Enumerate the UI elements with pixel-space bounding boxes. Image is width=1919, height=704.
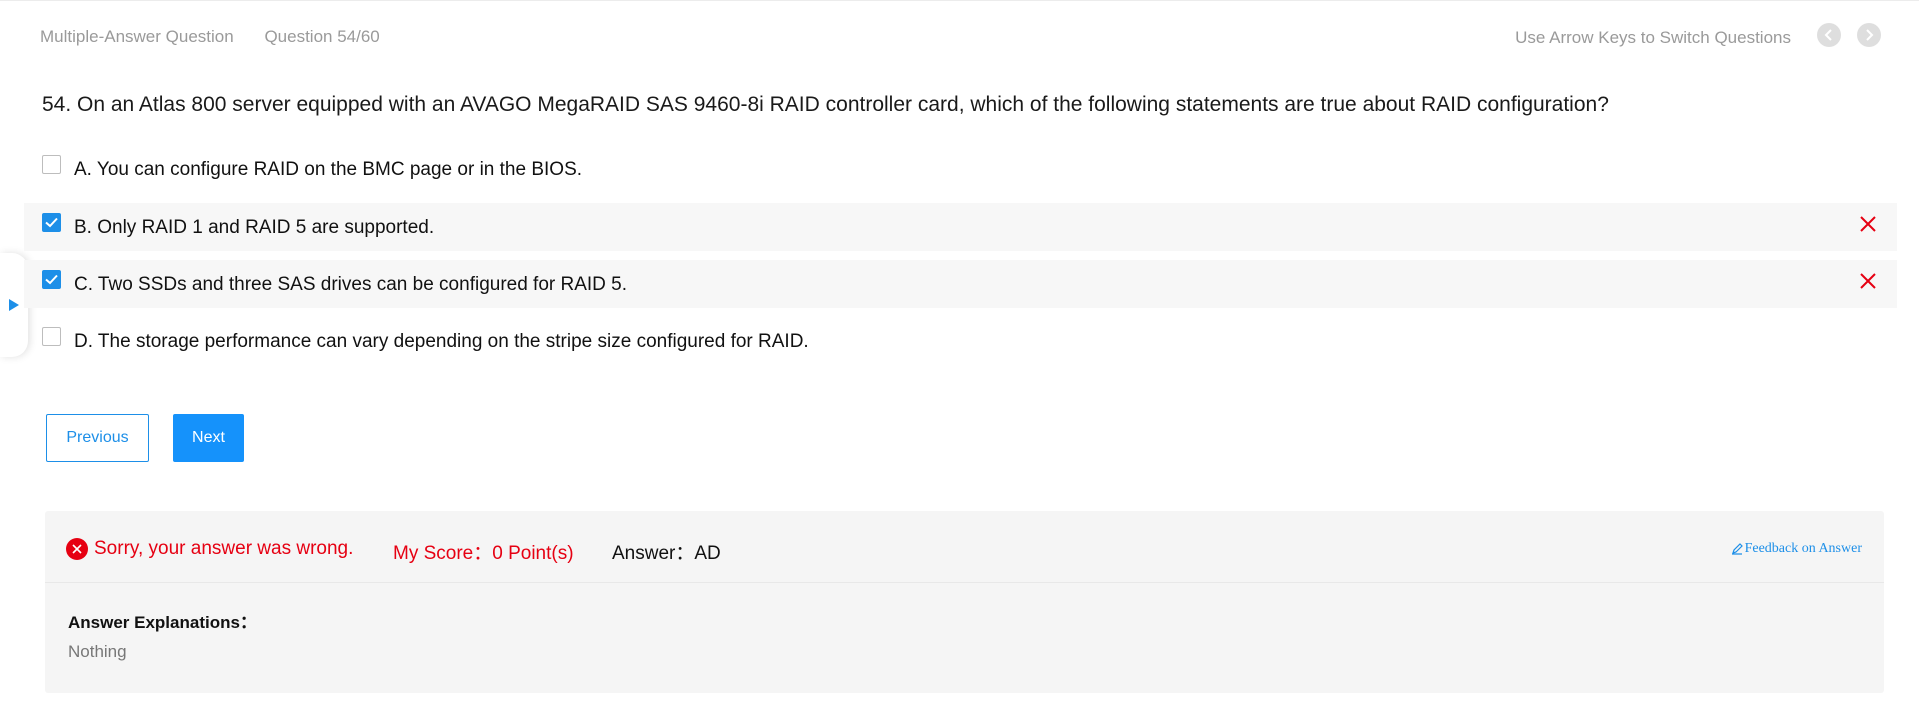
error-circle-icon xyxy=(66,538,88,560)
option-c-checkbox[interactable] xyxy=(42,270,61,289)
chevron-left-icon xyxy=(1824,29,1832,41)
explanation-title: Answer Explanations： xyxy=(68,613,257,632)
question-text: 54. On an Atlas 800 server equipped with… xyxy=(42,93,1609,116)
chevron-right-icon xyxy=(1866,29,1874,41)
checkmark-icon xyxy=(45,274,58,285)
next-button[interactable]: Next xyxy=(173,414,244,462)
previous-question-arrow[interactable] xyxy=(1817,23,1841,47)
option-b-checkbox[interactable] xyxy=(42,213,61,232)
result-status: Sorry, your answer was wrong. xyxy=(94,538,354,559)
option-c[interactable]: C. Two SSDs and three SAS drives can be … xyxy=(24,260,1897,308)
result-panel: Sorry, your answer was wrong. My Score：0… xyxy=(45,511,1884,693)
option-d[interactable]: D. The storage performance can vary depe… xyxy=(24,317,1897,365)
previous-button[interactable]: Previous xyxy=(46,414,149,462)
option-a-label: A. You can configure RAID on the BMC pag… xyxy=(74,159,583,180)
explanation-text: Nothing xyxy=(68,642,127,661)
feedback-link[interactable]: Feedback on Answer xyxy=(1731,541,1862,557)
next-question-arrow[interactable] xyxy=(1857,23,1881,47)
question-progress: Question 54/60 xyxy=(264,27,380,46)
my-score: My Score：0 Point(s) xyxy=(393,543,574,564)
checkmark-icon xyxy=(45,217,58,228)
option-c-label: C. Two SSDs and three SAS drives can be … xyxy=(74,274,628,295)
wrong-x-icon xyxy=(1860,273,1876,289)
triangle-right-icon xyxy=(9,299,19,311)
keyboard-hint: Use Arrow Keys to Switch Questions xyxy=(1515,28,1791,47)
option-a[interactable]: A. You can configure RAID on the BMC pag… xyxy=(24,145,1897,193)
edit-pen-icon xyxy=(1731,543,1743,555)
option-d-checkbox[interactable] xyxy=(42,327,61,346)
question-type-label: Multiple-Answer Question xyxy=(40,27,234,46)
result-summary: Sorry, your answer was wrong. My Score：0… xyxy=(45,511,1884,583)
correct-answer: Answer：AD xyxy=(612,543,721,564)
question-header: Multiple-Answer Question Question 54/60 xyxy=(40,27,406,47)
wrong-x-icon xyxy=(1860,216,1876,232)
option-d-label: D. The storage performance can vary depe… xyxy=(74,331,809,352)
feedback-label: Feedback on Answer xyxy=(1744,541,1862,556)
option-b[interactable]: B. Only RAID 1 and RAID 5 are supported. xyxy=(24,203,1897,251)
option-a-checkbox[interactable] xyxy=(42,155,61,174)
option-b-label: B. Only RAID 1 and RAID 5 are supported. xyxy=(74,217,435,238)
